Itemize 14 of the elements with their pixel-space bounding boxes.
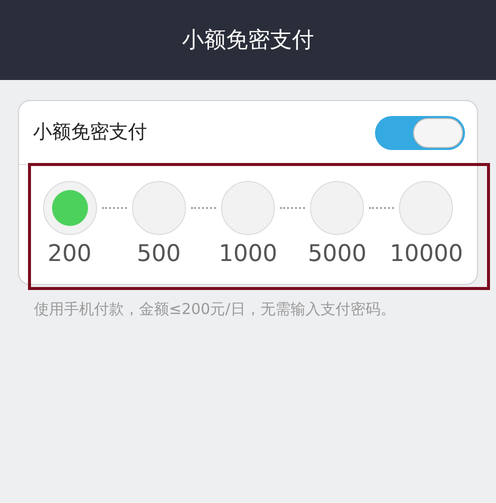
limit-amount: 10000 [390, 240, 463, 269]
limit-amount: 5000 [308, 240, 366, 269]
setting-label: 小额免密支付 [33, 120, 147, 146]
page-title: 小额免密支付 [182, 26, 314, 54]
dotted-connector [102, 207, 127, 209]
description-text: 使用手机付款，金额≤200元/日，无需输入支付密码。 [34, 298, 396, 318]
dotted-connector [190, 207, 216, 209]
dotted-connector [280, 207, 306, 209]
toggle-switch[interactable] [375, 116, 465, 150]
limit-amount: 1000 [218, 240, 278, 269]
limit-amount: 500 [136, 240, 181, 269]
dotted-connector [369, 207, 394, 209]
limit-amount: 200 [48, 240, 92, 269]
switch-knob-icon [413, 118, 463, 148]
